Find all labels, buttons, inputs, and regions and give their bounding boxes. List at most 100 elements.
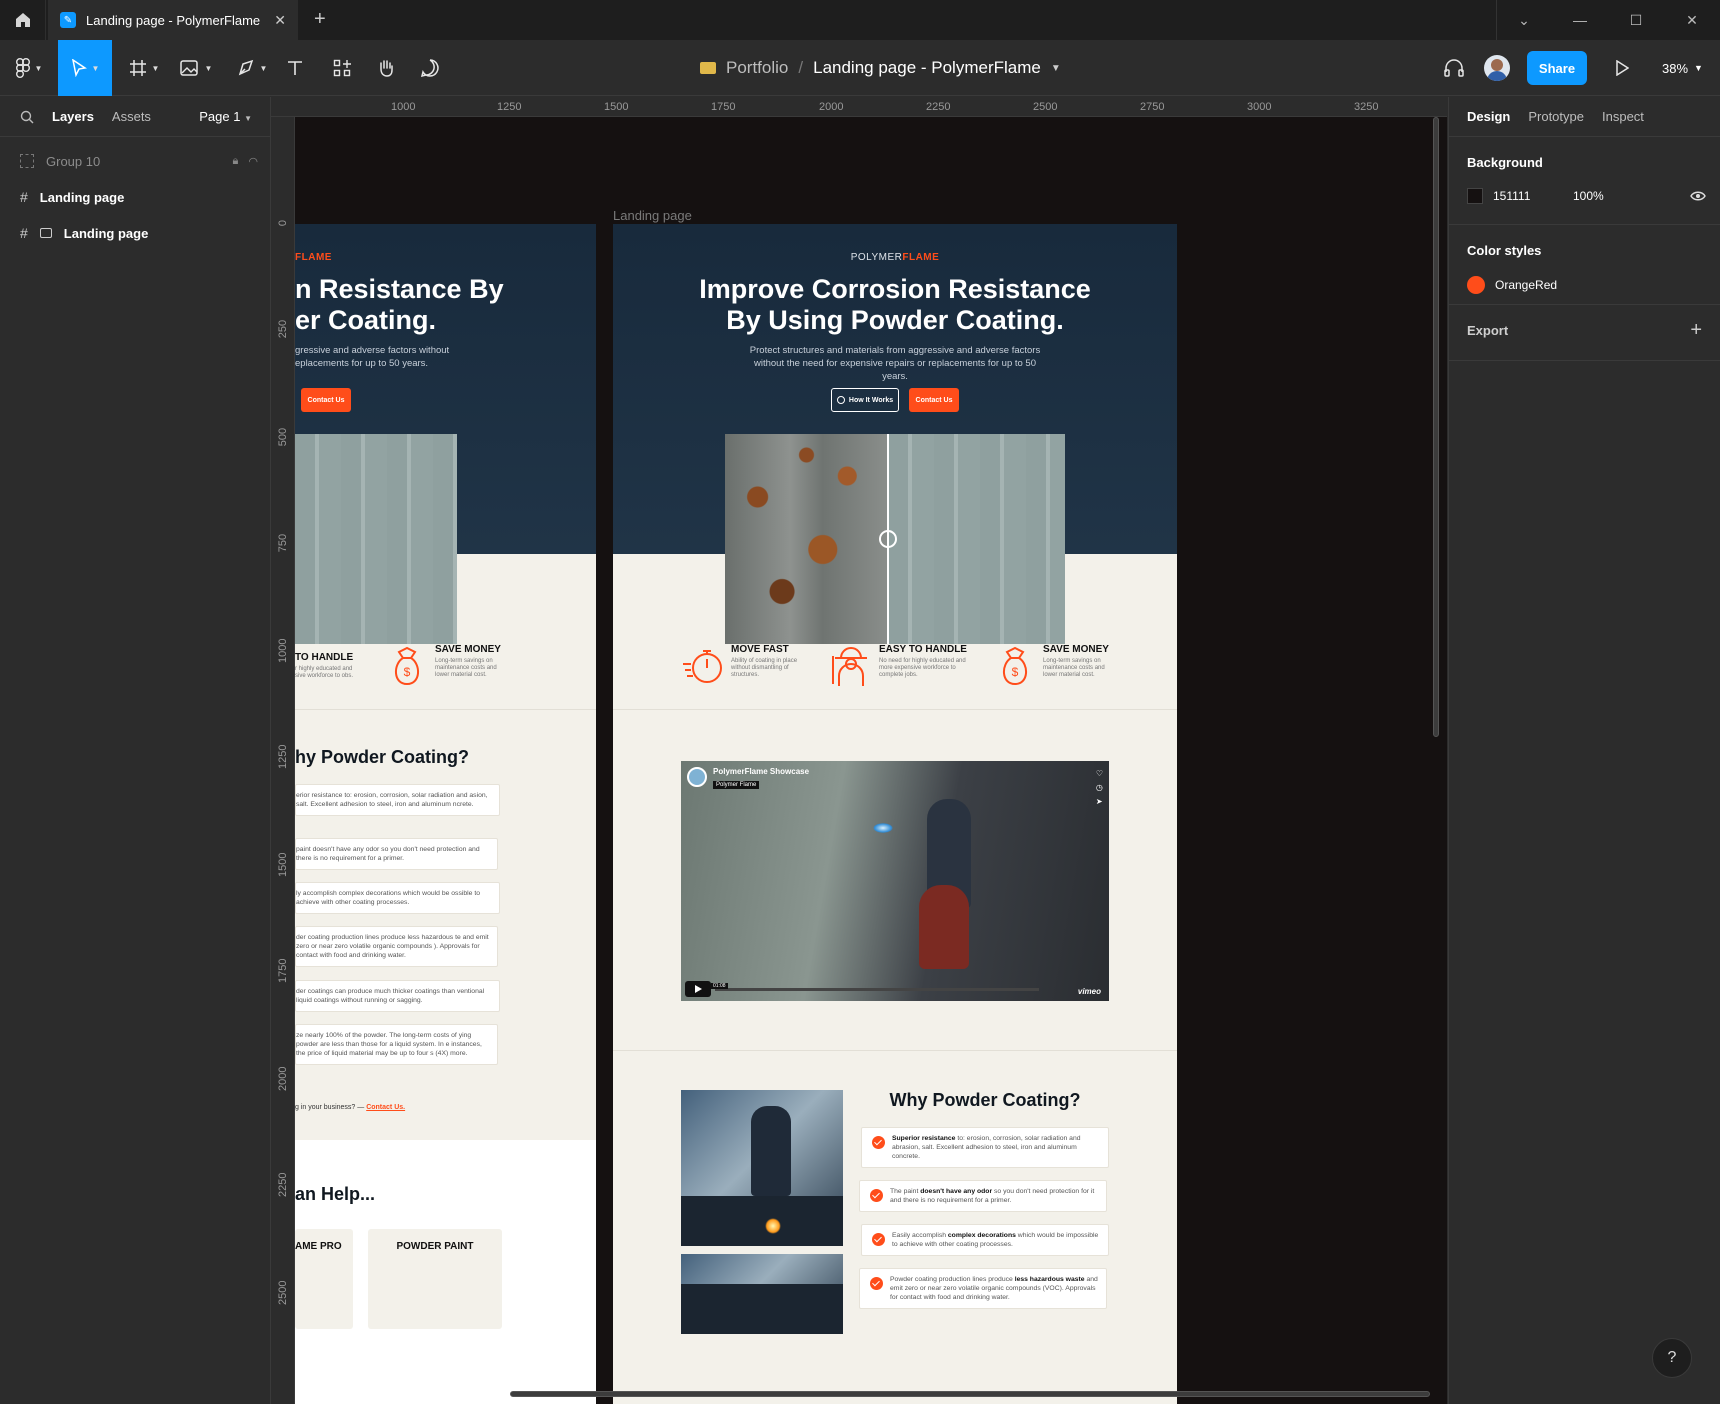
- tab-design[interactable]: Design: [1467, 109, 1510, 124]
- ruler-tick: 1750: [277, 958, 289, 983]
- layer-landing-page-frame[interactable]: # Landing page: [0, 179, 270, 215]
- how-it-works-button[interactable]: How It Works: [831, 388, 899, 412]
- reason-card: der coating production lines produce les…: [295, 926, 498, 967]
- tab-prototype[interactable]: Prototype: [1528, 109, 1584, 124]
- ruler-tick: 2250: [926, 101, 951, 113]
- audio-button[interactable]: [1440, 40, 1468, 96]
- video-title[interactable]: PolymerFlame Showcase: [713, 767, 809, 776]
- present-button[interactable]: [1610, 40, 1634, 96]
- product-card[interactable]: POWDER PAINT: [368, 1229, 502, 1329]
- feature-title: MOVE FAST: [731, 644, 789, 655]
- video-play-button[interactable]: [685, 981, 711, 997]
- headphones-icon: [1444, 59, 1464, 77]
- video-player[interactable]: PolymerFlame Showcase Polymer Flame ♡ ◷ …: [681, 761, 1109, 1001]
- frame-label[interactable]: Landing page: [613, 208, 692, 223]
- canvas-vertical-scrollbar[interactable]: [1433, 117, 1439, 737]
- clock-icon[interactable]: ◷: [1096, 781, 1103, 795]
- file-tab[interactable]: ✎ Landing page - PolymerFlame ✕: [48, 0, 298, 40]
- maximize-icon[interactable]: ☐: [1608, 0, 1664, 40]
- brand-logo: FLAME: [295, 252, 596, 263]
- background-swatch[interactable]: [1467, 188, 1483, 204]
- resources-button[interactable]: [330, 40, 354, 96]
- home-button[interactable]: [0, 0, 46, 40]
- image-tool-button[interactable]: ▼: [176, 40, 216, 96]
- canvas-horizontal-scrollbar[interactable]: [510, 1391, 1430, 1397]
- ruler-tick: 1250: [497, 101, 522, 113]
- layer-group-10[interactable]: Group 10 🔒︎ ◠: [0, 143, 270, 179]
- color-style-name: OrangeRed: [1495, 278, 1558, 292]
- ruler-tick: 3000: [1247, 101, 1272, 113]
- contact-us-link[interactable]: Contact Us.: [366, 1104, 405, 1111]
- breadcrumb: Portfolio / Landing page - PolymerFlame …: [700, 40, 1061, 96]
- window-close-icon[interactable]: ✕: [1664, 0, 1720, 40]
- feature-easy-to-handle: TO HANDLE r highly educated and sive wor…: [295, 652, 359, 680]
- product-card[interactable]: AME PRO: [295, 1229, 353, 1329]
- comment-icon: [420, 59, 439, 78]
- canvas[interactable]: FLAME n Resistance By er Coating. gressi…: [295, 117, 1447, 1404]
- comparison-image[interactable]: [725, 434, 1065, 644]
- worker-photo: [681, 1090, 843, 1246]
- components-icon: [333, 59, 351, 77]
- avatar[interactable]: [1484, 55, 1510, 81]
- add-export-icon[interactable]: +: [1690, 319, 1702, 342]
- frame-tool-button[interactable]: ▼: [124, 40, 164, 96]
- hand-icon: [380, 60, 393, 77]
- reason-card: Easily accomplish complex decorations wh…: [861, 1224, 1109, 1256]
- zoom-menu[interactable]: 38% ▼: [1662, 40, 1703, 96]
- torch-flame: [873, 823, 893, 833]
- feature-title: EASY TO HANDLE: [879, 644, 967, 655]
- search-icon[interactable]: [20, 110, 34, 124]
- help-title: an Help...: [295, 1184, 376, 1204]
- background-hex[interactable]: 151111: [1493, 189, 1573, 203]
- main-menu-button[interactable]: ▼: [8, 40, 50, 96]
- color-style-row[interactable]: OrangeRed: [1467, 276, 1702, 294]
- ruler-tick: 2750: [1140, 101, 1165, 113]
- landing-page-frame-left[interactable]: FLAME n Resistance By er Coating. gressi…: [295, 224, 596, 1404]
- export-heading[interactable]: Export: [1467, 323, 1702, 338]
- share-button[interactable]: Share: [1527, 51, 1587, 85]
- color-style-swatch: [1467, 276, 1485, 294]
- frame-grid-icon: [129, 60, 146, 76]
- contact-us-button[interactable]: Contact Us: [301, 388, 351, 412]
- chevron-down-icon[interactable]: ⌄: [1496, 0, 1552, 40]
- breadcrumb-project[interactable]: Portfolio: [726, 58, 788, 78]
- card-bold: doesn't have any odor: [920, 1188, 993, 1195]
- drag-handle-icon[interactable]: [879, 530, 897, 548]
- worker-icon: [832, 647, 867, 686]
- chevron-down-icon[interactable]: ▼: [1051, 63, 1061, 74]
- breadcrumb-file[interactable]: Landing page - PolymerFlame: [813, 58, 1041, 78]
- help-button[interactable]: ?: [1652, 1338, 1692, 1378]
- landing-page-frame[interactable]: POLYMERFLAME Improve Corrosion Resistanc…: [613, 224, 1177, 1404]
- page-selector[interactable]: Page 1 ▼: [199, 109, 252, 124]
- feature-save-money: $ SAVE MONEY Long-term savings on mainte…: [993, 644, 1115, 688]
- text-tool-button[interactable]: [284, 40, 306, 96]
- minimize-icon[interactable]: —: [1552, 0, 1608, 40]
- ruler-tick: 2250: [277, 1172, 289, 1197]
- lock-icon[interactable]: 🔒︎: [233, 155, 239, 168]
- card-text: The paint: [890, 1188, 921, 1195]
- tab-assets[interactable]: Assets: [112, 109, 151, 124]
- contact-us-button[interactable]: Contact Us: [909, 388, 959, 412]
- hidden-eye-icon[interactable]: ◠: [248, 155, 258, 168]
- layer-state-icons: 🔒︎ ◠: [233, 155, 258, 168]
- comment-tool-button[interactable]: [418, 40, 442, 96]
- tab-layers[interactable]: Layers: [52, 109, 94, 124]
- tab-inspect[interactable]: Inspect: [1602, 109, 1644, 124]
- send-icon[interactable]: ➤: [1096, 795, 1103, 809]
- channel-avatar[interactable]: [687, 767, 707, 787]
- new-tab-icon[interactable]: +: [314, 8, 326, 31]
- layer-landing-page-section[interactable]: # Landing page: [0, 215, 270, 251]
- pen-tool-button[interactable]: ▼: [232, 40, 272, 96]
- video-progress-bar[interactable]: [715, 988, 1039, 991]
- background-opacity[interactable]: 100%: [1573, 189, 1604, 203]
- hand-tool-button[interactable]: [374, 40, 398, 96]
- close-tab-icon[interactable]: ✕: [274, 12, 286, 29]
- vimeo-logo[interactable]: vimeo: [1078, 987, 1101, 996]
- figma-file-icon: ✎: [60, 12, 76, 28]
- move-tool-button[interactable]: ▼: [58, 40, 112, 96]
- heart-icon[interactable]: ♡: [1096, 767, 1103, 781]
- video-side-controls: ♡ ◷ ➤: [1096, 767, 1103, 809]
- video-channel-badge[interactable]: Polymer Flame: [713, 781, 760, 789]
- eye-icon[interactable]: [1690, 190, 1706, 202]
- chevron-down-icon: ▼: [1694, 63, 1703, 73]
